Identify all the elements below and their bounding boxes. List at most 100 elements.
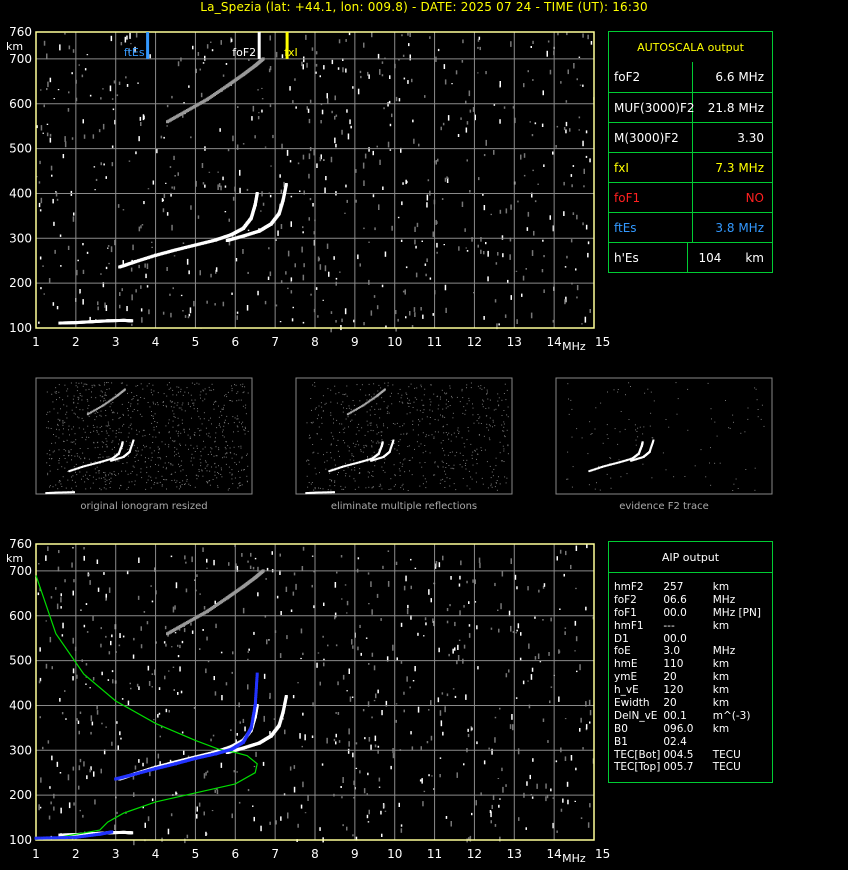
noise-dot: [468, 624, 471, 627]
noise-dot: [380, 618, 382, 621]
thumbnail-noise: [107, 421, 109, 423]
noise-dot: [406, 608, 409, 615]
thumbnail-noise: [100, 489, 102, 491]
thumbnail-noise: [478, 422, 480, 424]
thumbnail-noise: [465, 462, 467, 464]
noise-dot: [586, 544, 588, 549]
thumbnail-noise: [312, 452, 314, 454]
thumbnail-noise: [201, 469, 203, 471]
thumbnail-noise: [471, 478, 473, 480]
thumbnail-noise: [567, 478, 569, 480]
noise-dot: [295, 106, 297, 109]
thumbnail-noise: [131, 481, 133, 483]
thumbnail-noise: [240, 399, 242, 401]
thumbnail-noise: [73, 412, 75, 414]
thumbnail-noise: [172, 426, 174, 428]
noise-dot: [100, 97, 102, 100]
thumbnail-noise: [59, 419, 61, 421]
thumbnail-noise: [187, 434, 189, 436]
thumbnail-noise: [422, 475, 424, 477]
thumbnail-noise: [452, 417, 454, 419]
noise-dot: [199, 68, 201, 71]
thumbnail-noise: [172, 410, 174, 412]
thumbnail-noise: [198, 383, 200, 385]
noise-dot: [151, 600, 154, 603]
noise-dot: [479, 46, 481, 51]
thumbnail-noise: [50, 428, 52, 429]
thumbnail-noise: [442, 426, 444, 428]
aip-row: foF1 00.0 MHz [PN]: [609, 607, 772, 620]
noise-dot: [177, 644, 179, 647]
thumbnail-noise: [72, 475, 74, 477]
thumbnail-noise: [88, 388, 90, 390]
noise-dot: [174, 632, 177, 634]
thumbnail-noise: [225, 394, 227, 396]
thumbnail-noise: [481, 388, 483, 390]
x-tick-label: 2: [72, 847, 80, 861]
thumbnail-noise: [95, 411, 97, 413]
noise-dot: [483, 205, 486, 211]
thumbnail-noise: [503, 426, 505, 428]
noise-dot: [107, 679, 110, 681]
noise-dot: [140, 225, 142, 229]
noise-dot: [452, 648, 454, 654]
noise-dot: [111, 634, 113, 638]
noise-dot: [370, 310, 373, 316]
thumbnail-noise: [373, 383, 375, 385]
noise-dot: [38, 563, 40, 565]
noise-dot: [392, 753, 395, 759]
noise-dot: [302, 652, 304, 656]
thumbnail-noise: [444, 392, 445, 394]
autoscala-row-fof2: foF2 6.6 MHz: [609, 62, 772, 92]
thumbnail-noise: [602, 442, 604, 444]
noise-dot: [459, 575, 461, 580]
thumbnail-noise: [244, 407, 246, 409]
thumbnail-noise: [447, 434, 448, 436]
noise-dot: [446, 693, 449, 697]
trace-point: [60, 836, 64, 840]
thumbnail-noise: [413, 401, 415, 403]
noise-dot: [261, 98, 264, 100]
noise-dot: [46, 123, 49, 125]
noise-dot: [475, 800, 477, 806]
aip-ionogram-chart: 1 2 3 4 5 6 7 8 9 10 11 12 13 14 151002003004005006007…: [6, 537, 610, 865]
thumbnail-noise: [492, 419, 494, 421]
thumbnail-noise: [380, 408, 382, 410]
noise-dot: [186, 258, 189, 265]
thumbnail-noise: [71, 487, 73, 489]
thumbnail-noise: [351, 453, 353, 455]
thumbnail-noise: [606, 424, 608, 426]
noise-dot: [446, 608, 449, 612]
noise-dot: [565, 121, 568, 127]
thumbnail-noise: [98, 433, 100, 435]
thumbnail-noise: [483, 435, 485, 437]
noise-dot: [465, 247, 467, 249]
noise-dot: [304, 812, 307, 814]
thumbnail-noise: [51, 458, 52, 460]
thumbnail-noise: [363, 447, 365, 449]
thumbnail-noise: [223, 425, 225, 427]
thumbnail-noise: [673, 476, 675, 478]
noise-dot: [49, 137, 52, 143]
thumbnail-noise: [471, 457, 473, 459]
thumbnail-noise: [414, 397, 416, 399]
thumbnail-noise: [454, 455, 456, 457]
thumbnail-noise: [348, 426, 349, 428]
thumbnail-noise: [461, 388, 463, 390]
noise-dot: [323, 662, 325, 667]
thumbnail-noise: [456, 396, 458, 398]
noise-dot: [144, 822, 146, 828]
thumbnail-noise: [495, 408, 497, 410]
noise-dot: [232, 651, 234, 655]
noise-dot: [509, 254, 511, 260]
noise-dot: [440, 720, 443, 727]
noise-dot: [371, 32, 373, 38]
noise-dot: [559, 608, 561, 610]
thumbnail-noise: [231, 400, 233, 402]
thumbnail-noise: [46, 453, 48, 455]
noise-dot: [72, 216, 75, 222]
noise-dot: [368, 663, 370, 665]
thumbnail-noise: [82, 385, 84, 387]
thumbnail-noise: [492, 475, 494, 477]
thumbnail-noise: [501, 460, 503, 462]
